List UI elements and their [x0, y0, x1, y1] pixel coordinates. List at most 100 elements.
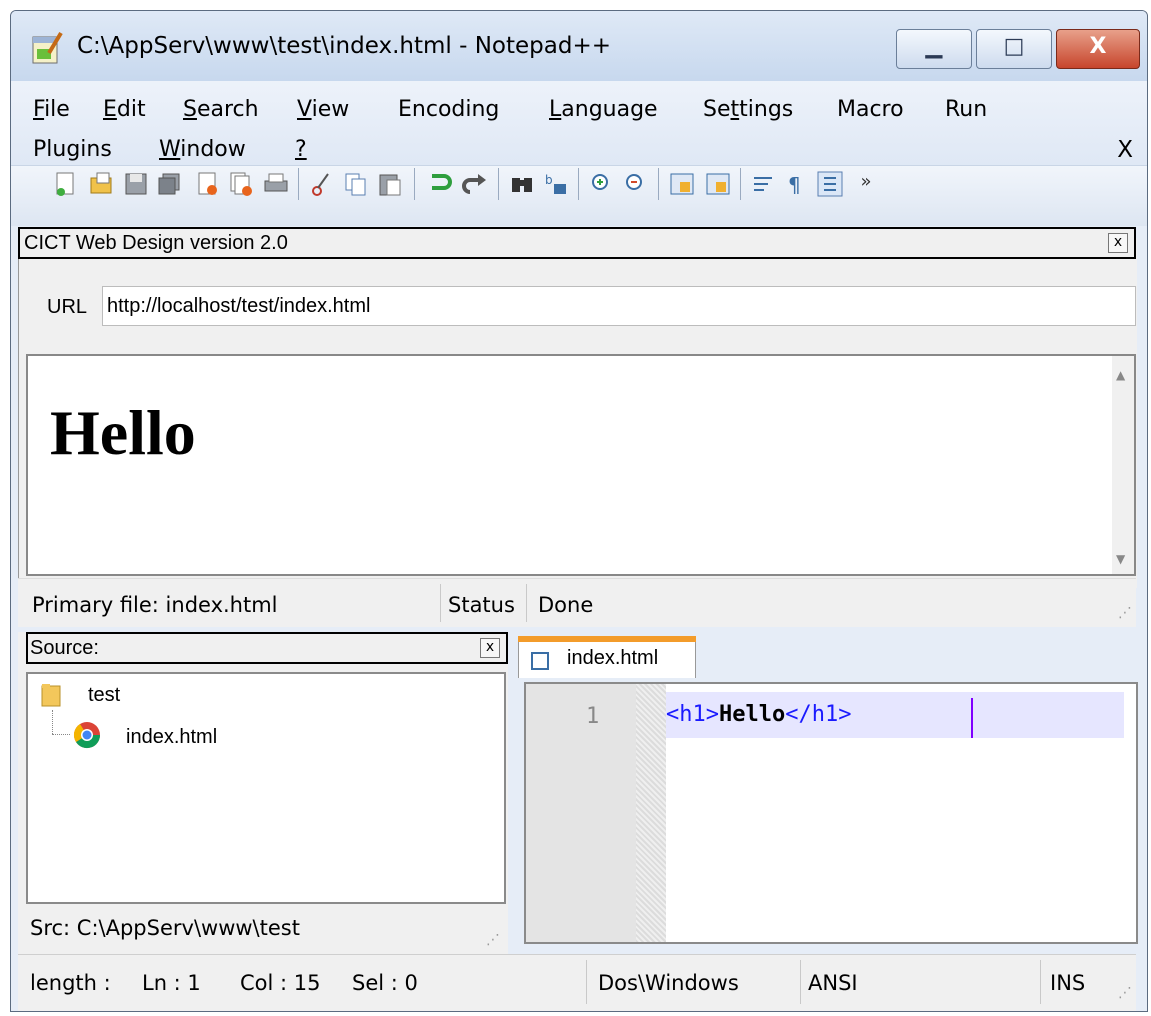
toolbar-separator [414, 168, 415, 200]
maximize-icon: □ [1003, 34, 1025, 59]
menu-plugins[interactable]: Plugins [33, 137, 112, 162]
close-file-icon[interactable] [194, 170, 222, 198]
tree-line [52, 710, 54, 734]
code-close-tag: </h1> [785, 702, 852, 727]
resize-grip-icon[interactable]: ⋰ [1118, 985, 1132, 1001]
redo-icon[interactable] [460, 170, 488, 198]
preview-pane: Hello ▲ ▼ [26, 354, 1136, 576]
saved-file-icon [531, 652, 549, 670]
active-tab-indicator [518, 636, 696, 642]
find-icon[interactable] [508, 170, 536, 198]
save-icon[interactable] [122, 170, 150, 198]
paste-icon[interactable] [376, 170, 404, 198]
url-label: URL [47, 296, 88, 318]
toolbar-separator [740, 168, 741, 200]
column-status: Col : 15 [240, 971, 321, 995]
source-panel-close-button[interactable]: x [480, 638, 500, 658]
tree-item-test[interactable]: test [88, 684, 120, 707]
source-panel-title: Source: [30, 637, 99, 659]
zoom-out-icon[interactable] [622, 170, 650, 198]
menu-search[interactable]: Search [183, 97, 259, 122]
status-divider [800, 960, 801, 1004]
tab-index-html[interactable]: index.html [518, 636, 696, 678]
text-caret [971, 698, 973, 738]
toolbar-separator [498, 168, 499, 200]
maximize-button[interactable]: □ [976, 29, 1052, 69]
line-number: 1 [586, 704, 600, 729]
code-open-tag: <h1> [666, 702, 719, 727]
menu-file[interactable]: File [33, 97, 70, 122]
status-label: Status [448, 593, 515, 617]
line-number-gutter [526, 684, 636, 942]
menu-close-doc-button[interactable]: X [1117, 137, 1133, 163]
source-panel-titlebar: Source: x [26, 632, 508, 664]
source-tree: test index.html [26, 672, 506, 904]
tree-item-index-html[interactable]: index.html [126, 726, 217, 749]
menu-encoding[interactable]: Encoding [398, 97, 499, 122]
preview-heading: Hello [50, 397, 196, 468]
zoom-in-icon[interactable] [588, 170, 616, 198]
title-bar[interactable]: C:\AppServ\www\test\index.html - Notepad… [11, 11, 1147, 81]
status-divider [586, 960, 587, 1004]
toolbar-separator [658, 168, 659, 200]
tree-line [52, 734, 70, 736]
primary-file-status: Primary file: index.html [32, 593, 278, 617]
replace-icon[interactable]: b [542, 170, 570, 198]
close-all-icon[interactable] [228, 170, 256, 198]
minimize-icon: ▁ [925, 34, 943, 59]
sync-horizontal-icon[interactable] [704, 170, 732, 198]
print-icon[interactable] [262, 170, 290, 198]
menu-run[interactable]: Run [945, 97, 987, 122]
scroll-up-icon[interactable]: ▲ [1116, 368, 1125, 382]
toolbar-separator [578, 168, 579, 200]
source-path: Src: C:\AppServ\www\test [30, 916, 300, 940]
undo-icon[interactable] [424, 170, 452, 198]
save-all-icon[interactable] [156, 170, 184, 198]
code-line[interactable]: <h1>Hello</h1> [666, 702, 851, 727]
insert-mode-status: INS [1050, 971, 1086, 995]
menu-language[interactable]: Language [549, 97, 658, 122]
scroll-down-icon[interactable]: ▼ [1116, 552, 1125, 566]
selection-status: Sel : 0 [352, 971, 418, 995]
plugin-panel-close-button[interactable]: x [1108, 233, 1128, 253]
folder-icon [41, 684, 61, 707]
fold-margin[interactable] [636, 684, 666, 942]
status-value: Done [538, 593, 594, 617]
cut-icon[interactable] [308, 170, 336, 198]
resize-grip-icon[interactable]: ⋰ [486, 932, 500, 948]
menu-bar: File Edit Search View Encoding Language … [11, 81, 1147, 165]
resize-grip-icon[interactable]: ⋰ [1118, 605, 1132, 621]
minimize-button[interactable]: ▁ [896, 29, 972, 69]
toolbar-separator [298, 168, 299, 200]
close-button[interactable]: X [1056, 29, 1140, 69]
status-bar: length : Ln : 1 Col : 15 Sel : 0 Dos\Win… [18, 954, 1136, 1011]
code-text: Hello [718, 702, 786, 727]
code-editor[interactable]: 1 <h1>Hello</h1> [524, 682, 1138, 944]
status-divider [440, 584, 441, 622]
status-divider [1040, 960, 1041, 1004]
plugin-panel-titlebar: CICT Web Design version 2.0 x [18, 227, 1136, 259]
preview-scrollbar[interactable]: ▲ ▼ [1112, 356, 1134, 574]
length-status: length : [30, 971, 111, 995]
menu-window[interactable]: Window [159, 137, 246, 162]
window-title: C:\AppServ\www\test\index.html - Notepad… [77, 33, 611, 59]
status-divider [526, 584, 527, 622]
menu-settings[interactable]: Settings [703, 97, 793, 122]
tab-label: index.html [567, 647, 659, 669]
word-wrap-icon[interactable] [750, 170, 778, 198]
show-all-chars-icon[interactable]: ¶ [782, 170, 810, 198]
url-input[interactable]: http://localhost/test/index.html [102, 286, 1136, 326]
open-file-icon[interactable] [88, 170, 116, 198]
menu-macro[interactable]: Macro [837, 97, 904, 122]
menu-view[interactable]: View [297, 97, 349, 122]
copy-icon[interactable] [342, 170, 370, 198]
new-file-icon[interactable] [52, 170, 80, 198]
toolbar-overflow-button[interactable]: » [852, 168, 880, 196]
indent-guide-icon[interactable] [816, 170, 844, 198]
sync-vertical-icon[interactable] [668, 170, 696, 198]
menu-edit[interactable]: Edit [103, 97, 146, 122]
notepad-app-icon [32, 31, 63, 64]
close-icon: X [1089, 34, 1107, 59]
menu-help[interactable]: ? [295, 137, 307, 162]
plugin-panel-title: CICT Web Design version 2.0 [24, 232, 288, 254]
